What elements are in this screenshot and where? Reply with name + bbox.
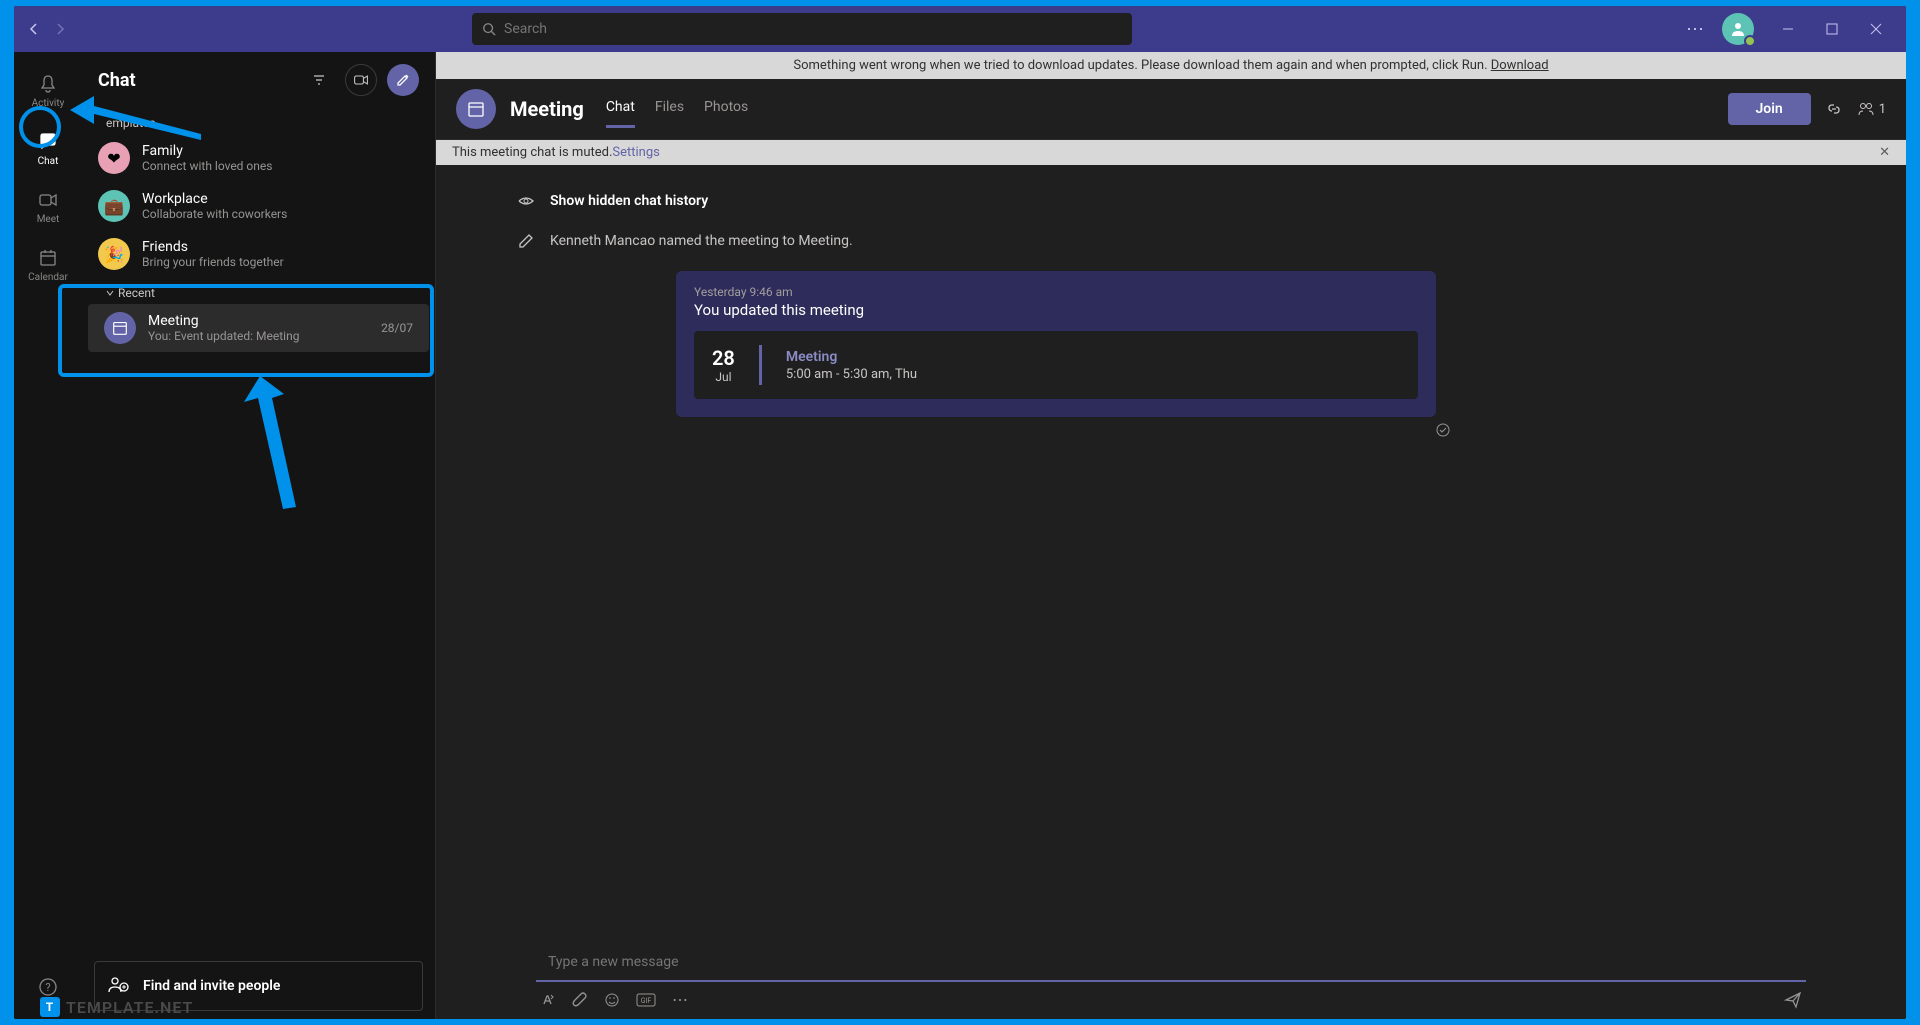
- template-family[interactable]: ❤ Family Connect with loved ones: [82, 134, 435, 182]
- presence-badge: [1744, 35, 1756, 47]
- rename-event-row: Kenneth Mancao named the meeting to Meet…: [476, 221, 1866, 261]
- recent-chat-meeting[interactable]: Meeting You: Event updated: Meeting 28/0…: [88, 304, 429, 352]
- template-workplace[interactable]: 💼 Workplace Collaborate with coworkers: [82, 182, 435, 230]
- svg-text:GIF: GIF: [641, 997, 652, 1005]
- close-button[interactable]: [1854, 6, 1898, 52]
- forward-button[interactable]: [48, 17, 72, 41]
- heart-icon: ❤: [98, 142, 130, 174]
- rail-calendar[interactable]: Calendar: [14, 236, 82, 292]
- gif-button[interactable]: GIF: [636, 993, 656, 1007]
- search-icon: [482, 22, 496, 36]
- tab-photos[interactable]: Photos: [704, 91, 748, 128]
- copy-link-button[interactable]: [1825, 100, 1843, 118]
- event-timestamp: Yesterday 9:46 am: [694, 285, 1418, 299]
- muted-banner: This meeting chat is muted. Settings ✕: [436, 140, 1906, 165]
- format-button[interactable]: [540, 992, 556, 1008]
- chat-panel-title: Chat: [98, 70, 136, 91]
- conversation-title: Meeting: [510, 97, 584, 121]
- minimize-button[interactable]: [1766, 6, 1810, 52]
- close-banner-button[interactable]: ✕: [1879, 145, 1890, 160]
- tab-chat[interactable]: Chat: [606, 91, 635, 128]
- pencil-icon: [516, 231, 536, 251]
- briefcase-icon: 💼: [98, 190, 130, 222]
- back-button[interactable]: [22, 17, 46, 41]
- app-rail: Activity Chat Meet Calendar: [14, 52, 82, 1019]
- more-menu[interactable]: ⋯: [1680, 19, 1710, 40]
- template-friends[interactable]: 🎉 Friends Bring your friends together: [82, 230, 435, 278]
- watermark: T TEMPLATE.NET: [40, 997, 193, 1017]
- more-compose-button[interactable]: ⋯: [672, 990, 688, 1009]
- meeting-update-card[interactable]: Yesterday 9:46 am You updated this meeti…: [676, 271, 1436, 417]
- video-icon: [36, 188, 60, 212]
- rail-chat[interactable]: Chat: [14, 120, 82, 176]
- calendar-icon: [36, 246, 60, 270]
- title-bar: ⋯: [14, 6, 1906, 52]
- emoji-button[interactable]: [604, 992, 620, 1008]
- party-icon: 🎉: [98, 238, 130, 270]
- compose-input[interactable]: [536, 944, 1806, 982]
- maximize-button[interactable]: [1810, 6, 1854, 52]
- recent-section-header[interactable]: Recent: [82, 278, 435, 304]
- new-chat-button[interactable]: [387, 64, 419, 96]
- tab-files[interactable]: Files: [655, 91, 684, 128]
- svg-text:?: ?: [45, 981, 50, 994]
- divider: [759, 345, 762, 385]
- rail-label: Activity: [32, 98, 65, 109]
- settings-link[interactable]: Settings: [612, 145, 659, 160]
- chat-panel: Chat emplates ❤: [82, 52, 436, 1019]
- event-title: You updated this meeting: [694, 301, 1418, 319]
- person-add-icon: [107, 974, 131, 998]
- chevron-down-icon: [106, 289, 114, 297]
- rail-label: Calendar: [28, 272, 68, 283]
- search-box[interactable]: [472, 13, 1132, 45]
- bell-icon: [36, 72, 60, 96]
- user-avatar[interactable]: [1722, 13, 1754, 45]
- event-day: 28: [712, 346, 735, 370]
- calendar-icon: [104, 312, 136, 344]
- rail-label: Chat: [38, 156, 59, 167]
- eye-icon: [516, 191, 536, 211]
- event-month: Jul: [715, 370, 731, 384]
- compose-area: GIF ⋯: [536, 944, 1806, 1019]
- join-button[interactable]: Join: [1728, 93, 1811, 125]
- participants-button[interactable]: 1: [1857, 100, 1886, 118]
- chat-icon: [36, 130, 60, 154]
- send-button[interactable]: [1784, 991, 1802, 1009]
- show-history-row[interactable]: Show hidden chat history: [476, 181, 1866, 221]
- conversation-header: Meeting Chat Files Photos Join 1: [436, 79, 1906, 140]
- help-icon: ?: [36, 975, 60, 999]
- rail-meet[interactable]: Meet: [14, 178, 82, 234]
- meeting-avatar-icon: [456, 89, 496, 129]
- rail-label: Meet: [37, 214, 60, 225]
- search-input[interactable]: [504, 21, 1122, 37]
- event-name: Meeting: [786, 349, 917, 365]
- filter-button[interactable]: [303, 64, 335, 96]
- templates-section-header[interactable]: emplates: [82, 108, 435, 134]
- meet-now-button[interactable]: [345, 64, 377, 96]
- rail-activity[interactable]: Activity: [14, 62, 82, 118]
- event-timerange: 5:00 am - 5:30 am, Thu: [786, 367, 917, 382]
- update-banner: Something went wrong when we tried to do…: [436, 52, 1906, 79]
- read-receipt-icon: [1436, 423, 1450, 437]
- conversation-area: Something went wrong when we tried to do…: [436, 52, 1906, 1019]
- download-link[interactable]: Download: [1491, 58, 1549, 73]
- attach-button[interactable]: [572, 992, 588, 1008]
